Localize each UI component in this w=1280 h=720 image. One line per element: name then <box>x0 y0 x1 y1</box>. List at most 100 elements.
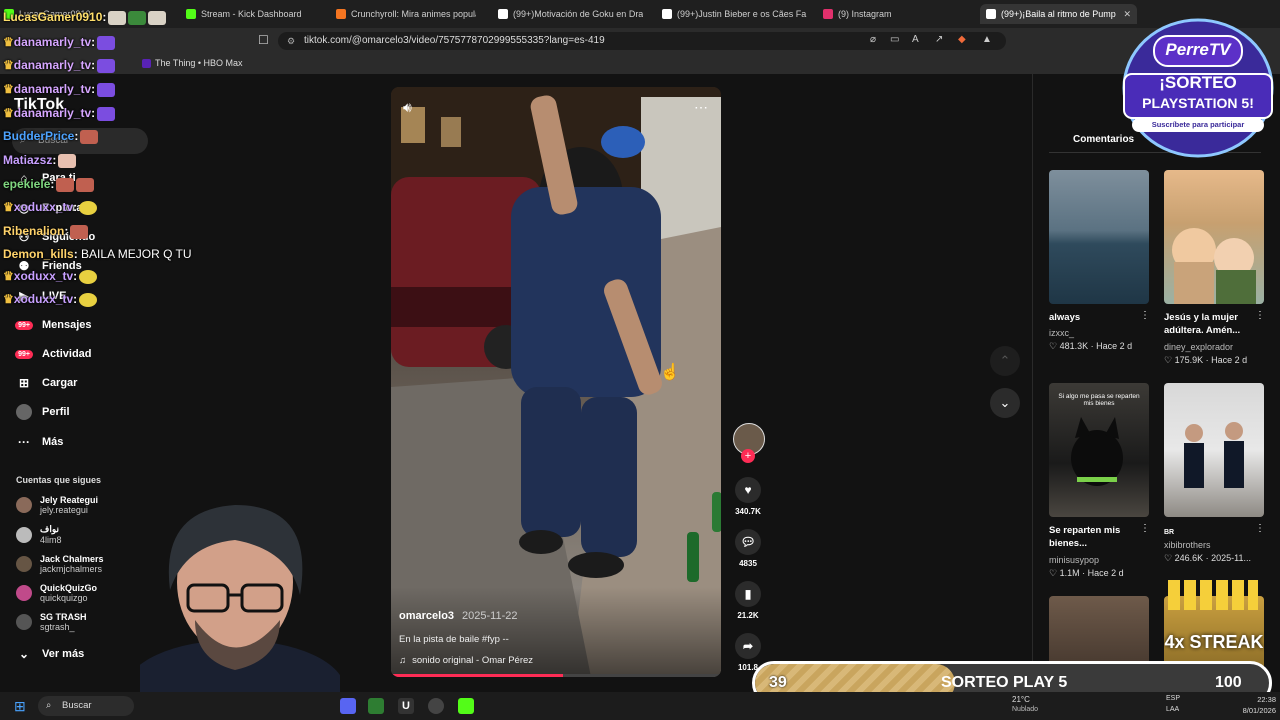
following-item[interactable]: Jely Reategui jely.reategui <box>16 495 98 515</box>
browser-tab-active[interactable]: (99+)¡Baila al ritmo de Pump ✕ <box>980 4 1137 24</box>
more-options-icon[interactable]: ⋮ <box>1140 523 1150 534</box>
windows-start-icon[interactable]: ⊞ <box>14 698 26 715</box>
stream-chat-overlay: LucasGamer0910: ♛danamarly_tv: ♛danamarl… <box>0 0 200 310</box>
mouse-cursor-icon: ☝ <box>660 364 680 381</box>
nav-item-mensajes[interactable]: 99+ Mensajes <box>15 317 92 333</box>
nav-label: Mensajes <box>42 319 92 331</box>
more-options-icon[interactable]: ⋮ <box>1255 310 1265 321</box>
notification-badge: 99+ <box>15 349 33 359</box>
previous-video-button[interactable]: ⌃ <box>990 346 1020 376</box>
related-video-thumbnail[interactable] <box>1049 170 1149 304</box>
following-name: نواف <box>40 524 59 534</box>
people-art <box>1184 422 1244 488</box>
windows-taskbar: ⊞ ⌕ Buscar U 21°C Nublado ESP LAA 22:38 … <box>0 692 1280 720</box>
next-video-button[interactable]: ⌄ <box>990 388 1020 418</box>
emote-icon <box>58 153 77 168</box>
more-icon: ··· <box>18 435 30 449</box>
more-options-icon[interactable]: ⋯ <box>694 99 709 116</box>
video-player[interactable]: 🔊︎ ⋯ omarcelo3 2025-11-22 En la pista de … <box>391 87 721 677</box>
chevron-up-icon: ⌃ <box>999 353 1011 368</box>
nav-item-actividad[interactable]: 99+ Actividad <box>15 346 92 362</box>
following-item[interactable]: QuickQuizGo quickquizgo <box>16 583 97 603</box>
see-more-button[interactable]: ⌄ Ver más <box>16 646 84 662</box>
following-handle: jackmjchalmers <box>40 564 103 574</box>
clock-time[interactable]: 22:38 <box>1228 695 1276 704</box>
crown-badge-icon: ♛ <box>3 106 14 120</box>
video-author[interactable]: omarcelo3 2025-11-22 <box>399 610 517 622</box>
upload-icon: ⊞ <box>18 376 30 390</box>
weather-temp[interactable]: 21°C <box>1012 695 1030 704</box>
browser-tab[interactable]: Crunchyroll: Mira animes populares <box>336 4 476 24</box>
language-indicator[interactable]: ESP <box>1166 695 1180 702</box>
related-video-stats: ♡ 246.6K · 2025-11... <box>1164 553 1251 563</box>
related-video-author[interactable]: minisusypop <box>1049 555 1099 565</box>
related-video-title[interactable]: BR <box>1164 526 1264 539</box>
share-icon[interactable]: ↗ <box>935 34 943 45</box>
cast-icon[interactable]: ▭ <box>890 34 899 45</box>
bookmark-icon[interactable]: ☐ <box>258 33 269 47</box>
promo-line2: PLAYSTATION 5! <box>1142 95 1254 111</box>
like-button[interactable]: ♥ 340.7K <box>733 477 763 516</box>
crown-badge-icon: ♛ <box>3 269 14 283</box>
video-progress-track[interactable] <box>391 674 721 677</box>
following-item[interactable]: Jack Chalmers jackmjchalmers <box>16 554 104 574</box>
following-name: Jack Chalmers <box>40 554 104 564</box>
tab-label: (99+)¡Baila al ritmo de Pump <box>1001 9 1116 19</box>
browser-tab[interactable]: (99+)Motivación de Goku en Drago <box>498 4 643 24</box>
avatar <box>16 497 32 513</box>
related-video-thumbnail[interactable]: Si algo me pasa se reparten mis bienes <box>1049 383 1149 517</box>
rewards-icon[interactable]: ▲ <box>982 34 992 45</box>
chat-message: ♛danamarly_tv: <box>3 35 116 50</box>
app-icon[interactable] <box>368 698 384 714</box>
nav-item-perfil[interactable]: Perfil <box>16 404 70 420</box>
comment-button[interactable]: 💬︎ 4835 <box>733 529 763 568</box>
volume-icon[interactable]: 🔊︎ <box>403 99 412 116</box>
taskbar-search[interactable]: ⌕ Buscar <box>38 696 134 716</box>
video-sound[interactable]: ♫ sonido original - Omar Pérez <box>399 655 533 666</box>
save-button[interactable]: ▮ 21.2K <box>733 581 763 620</box>
related-video-title[interactable]: Jesús y la mujer adúltera. Amén... <box>1164 311 1264 337</box>
sound-label: sonido original - Omar Pérez <box>412 655 534 666</box>
crown-badge-icon: ♛ <box>3 292 14 306</box>
chat-message: ♛xoduxx_tv: <box>3 292 98 307</box>
heart-icon: ♥ <box>735 477 761 503</box>
related-ago: Hace 2 d <box>1096 341 1133 351</box>
browser-tab[interactable]: (99+)Justin Bieber e os Cães Falam <box>662 4 807 24</box>
follow-plus-icon[interactable]: + <box>741 449 755 463</box>
following-item[interactable]: نواف 4lim8 <box>16 524 62 545</box>
related-video-thumbnail[interactable] <box>1164 170 1264 304</box>
discord-icon[interactable] <box>340 698 356 714</box>
nav-item-cargar[interactable]: ⊞ Cargar <box>16 375 78 391</box>
promo-line1: ¡SORTEO <box>1159 73 1237 92</box>
more-options-icon[interactable]: ⋮ <box>1255 523 1265 534</box>
following-item[interactable]: SG TRASH sgtrash_ <box>16 612 87 632</box>
extension-icon[interactable]: ⌀ <box>870 34 876 45</box>
more-options-icon[interactable]: ⋮ <box>1140 310 1150 321</box>
related-video-thumbnail[interactable] <box>1164 383 1264 517</box>
chat-username: Matiazsz <box>3 153 53 167</box>
browser-tab[interactable]: Stream - Kick Dashboard <box>186 4 326 24</box>
unreal-icon[interactable]: U <box>398 698 414 714</box>
related-video-title[interactable]: Se reparten mis bienes... <box>1049 524 1149 550</box>
related-video-author[interactable]: xibibrothers <box>1164 540 1211 550</box>
tab-label: (9) Instagram <box>838 9 892 19</box>
keyboard-layout: LAA <box>1166 706 1180 713</box>
emote-icon <box>80 129 99 144</box>
related-video-author[interactable]: izxxc_ <box>1049 328 1074 338</box>
nav-item-mas[interactable]: ··· Más <box>16 434 63 450</box>
obs-icon[interactable] <box>428 698 444 714</box>
brave-shield-icon[interactable]: ◆ <box>958 34 966 45</box>
chat-message: LucasGamer0910: <box>3 10 167 25</box>
related-video-author[interactable]: diney_explorador <box>1164 342 1233 352</box>
following-name: Jely Reategui <box>40 495 99 505</box>
tiktok-icon <box>662 9 672 19</box>
browser-tab[interactable]: (9) Instagram <box>823 4 963 24</box>
chat-message: BudderPrice: <box>3 129 99 144</box>
bookmark-icon: ▮ <box>735 581 761 607</box>
kick-app-icon[interactable] <box>458 698 474 714</box>
related-video-stats: ♡ 1.1M · Hace 2 d <box>1049 568 1124 578</box>
site-info-icon[interactable]: ⚙ <box>287 32 295 50</box>
author-name: omarcelo3 <box>399 610 455 622</box>
related-video-title[interactable]: always <box>1049 311 1149 324</box>
translate-icon[interactable]: A <box>912 34 919 45</box>
